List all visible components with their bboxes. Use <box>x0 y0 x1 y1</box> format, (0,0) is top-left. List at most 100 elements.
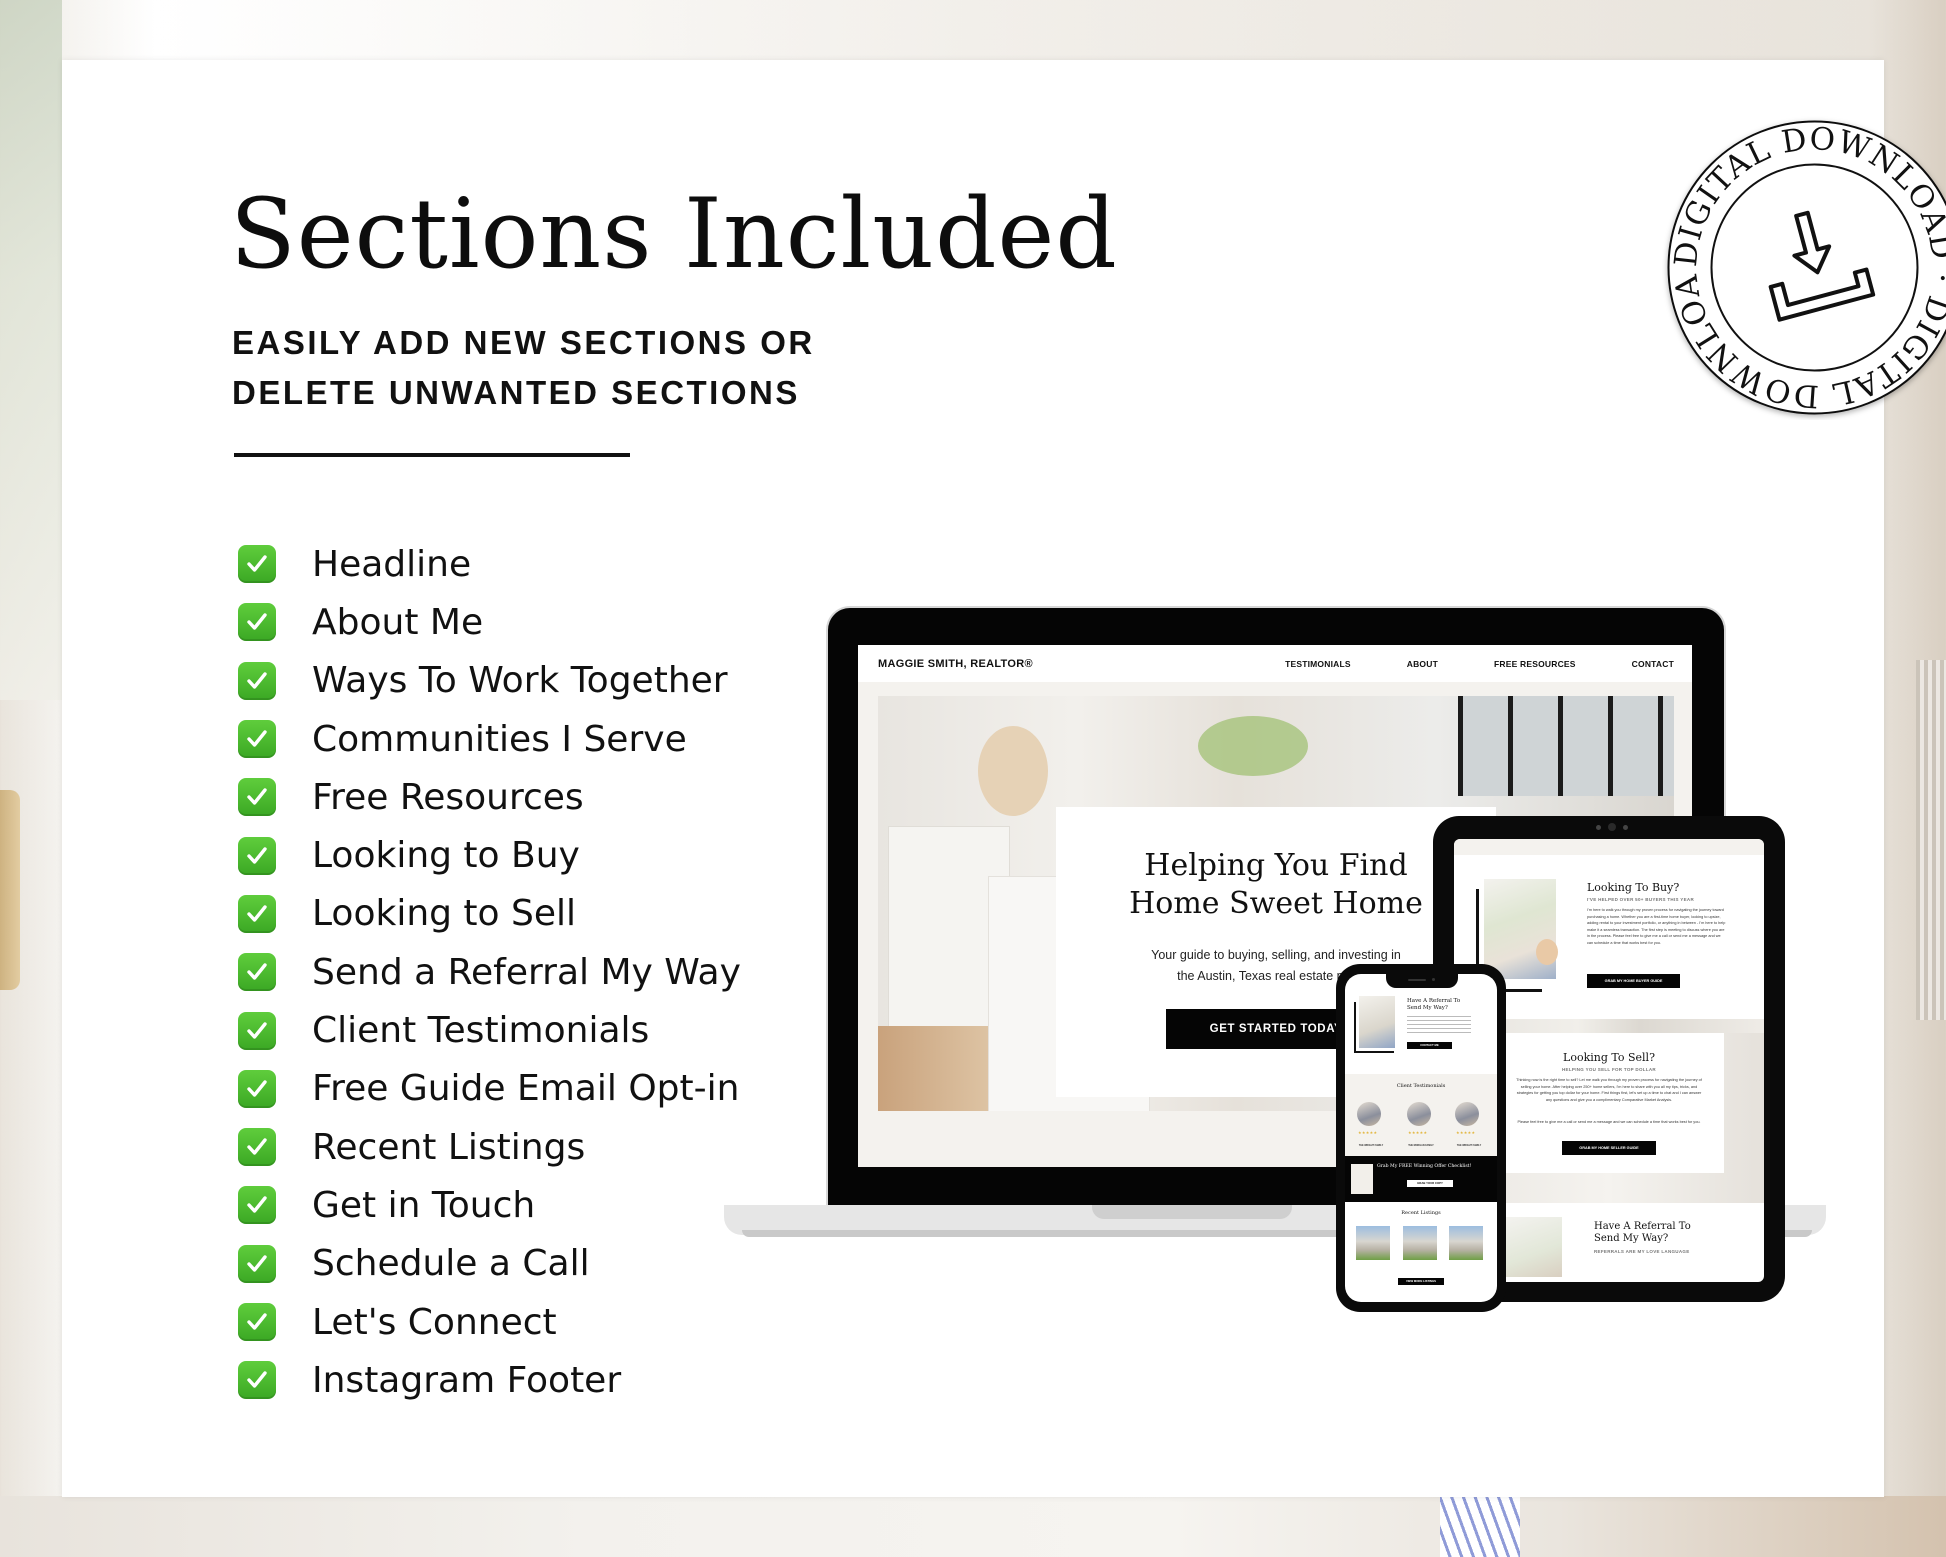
section-label: Free Guide Email Opt-in <box>312 1068 740 1110</box>
laptop-base-notch <box>1092 1205 1292 1219</box>
phone-referral-text <box>1407 1016 1471 1036</box>
testimonial-photo <box>1357 1102 1381 1126</box>
sell-text-2: Please feel free to give me a call or se… <box>1517 1120 1701 1124</box>
hero-photo-board <box>978 726 1048 816</box>
nav-link-contact[interactable]: CONTACT <box>1632 659 1674 669</box>
phone-device: Have A Referral To Send My Way? CONTACT … <box>1336 964 1506 1312</box>
section-item: Ways To Work Together <box>238 652 741 710</box>
optin-title: Grab My FREE Winning Offer Checklist! <box>1377 1164 1472 1169</box>
decorative-bar <box>1354 1051 1394 1053</box>
buy-text: I'm here to walk you through my proven p… <box>1587 908 1726 945</box>
background-window <box>0 0 62 700</box>
section-label: Looking to Buy <box>312 835 580 877</box>
checklist-book-cover <box>1351 1164 1373 1194</box>
page-title: Sections Included <box>230 178 1118 290</box>
hero-photo-floor <box>878 1026 988 1111</box>
hero-title-line-2: Home Sweet Home <box>1129 886 1423 921</box>
section-item: Client Testimonials <box>238 1001 741 1059</box>
testimonial-family: THE WRIGHT FAMILY <box>1456 1144 1482 1147</box>
testimonials-title: Client Testimonials <box>1396 1083 1446 1089</box>
check-mark-icon <box>238 545 276 584</box>
tablet-referral-title: Have A Referral To Send My Way? <box>1594 1221 1691 1245</box>
digital-download-badge: DIGITAL DOWNLOAD · DIGITAL DOWNLOAD · <box>1662 115 1946 415</box>
background-faucet <box>0 790 20 990</box>
hero-text-line-1: Your guide to buying, selling, and inves… <box>1151 948 1401 962</box>
testimonial-photo <box>1455 1102 1479 1126</box>
section-label: Ways To Work Together <box>312 660 728 702</box>
section-item: Let's Connect <box>238 1293 741 1351</box>
sections-list: Headline About Me Ways To Work Together Com… <box>238 535 741 1409</box>
nav-link-about[interactable]: ABOUT <box>1407 659 1438 669</box>
buyer-photo <box>1484 879 1558 979</box>
background-cushion <box>1916 660 1946 1020</box>
tablet-referral-title-line-2: Send My Way? <box>1594 1233 1669 1244</box>
testimonial-family: THE MORGAN FAMILY <box>1408 1144 1434 1147</box>
tablet-camera <box>1596 823 1628 831</box>
decorative-bar <box>1354 1002 1356 1052</box>
tablet-referral-title-line-1: Have A Referral To <box>1594 1221 1691 1232</box>
section-item: Headline <box>238 535 741 593</box>
background-towel <box>1440 1496 1520 1557</box>
check-mark-icon <box>238 953 276 992</box>
page-subtitle: EASILY ADD NEW SECTIONS OR DELETE UNWANT… <box>232 318 815 418</box>
hero-title-line-1: Helping You Find <box>1144 848 1408 883</box>
sell-title: Looking To Sell? <box>1563 1051 1655 1064</box>
check-mark-icon <box>238 1244 276 1283</box>
section-label: Recent Listings <box>312 1126 586 1168</box>
check-mark-icon <box>238 1011 276 1050</box>
check-mark-icon <box>238 894 276 933</box>
rating-stars: ★★★★★ <box>1358 1130 1378 1135</box>
referral-photo <box>1502 1217 1562 1277</box>
phone-notch <box>1386 974 1458 988</box>
section-label: Schedule a Call <box>312 1243 590 1285</box>
nav-link-free-resources[interactable]: FREE RESOURCES <box>1494 659 1576 669</box>
seller-guide-button[interactable]: GRAB MY HOME SELLER GUIDE <box>1562 1141 1656 1155</box>
section-item: Communities I Serve <box>238 710 741 768</box>
testimonials-section: Client Testimonials ★★★★★ ★★★★★ ★★★★★ TH… <box>1345 1074 1497 1156</box>
rating-stars: ★★★★★ <box>1408 1130 1428 1135</box>
check-mark-icon <box>238 1186 276 1225</box>
phone-contact-button[interactable]: CONTACT ME <box>1407 1042 1452 1049</box>
listing-photo <box>1449 1226 1483 1260</box>
buy-subtitle: I'VE HELPED OVER 50+ BUYERS THIS YEAR <box>1587 897 1694 902</box>
sell-card: Looking To Sell? HELPING YOU SELL FOR TO… <box>1494 1033 1724 1173</box>
check-mark-icon <box>238 1303 276 1341</box>
listing-photo <box>1403 1226 1437 1260</box>
check-mark-icon <box>238 603 276 642</box>
subtitle-line-1: EASILY ADD NEW SECTIONS OR <box>232 324 815 361</box>
view-listings-button[interactable]: VIEW MORE LISTINGS <box>1398 1278 1444 1285</box>
testimonial-photo <box>1407 1102 1431 1126</box>
section-item: Free Resources <box>238 768 741 826</box>
section-label: Free Resources <box>312 776 584 818</box>
section-item: Schedule a Call <box>238 1235 741 1293</box>
check-mark-icon <box>238 836 276 875</box>
phone-referral-title-line-2: Send My Way? <box>1407 1005 1448 1011</box>
background-floor <box>0 1496 1946 1557</box>
site-nav-links: TESTIMONIALS ABOUT FREE RESOURCES CONTAC… <box>1229 659 1674 669</box>
section-item: Free Guide Email Opt-in <box>238 1060 741 1118</box>
check-mark-icon <box>238 1361 276 1400</box>
section-label: Looking to Sell <box>312 893 577 935</box>
section-label: Send a Referral My Way <box>312 951 741 993</box>
section-label: Headline <box>312 543 472 585</box>
site-brand[interactable]: MAGGIE SMITH, REALTOR® <box>878 658 1033 670</box>
grab-copy-button[interactable]: GRAB YOUR COPY <box>1407 1180 1453 1187</box>
check-mark-icon <box>238 661 276 700</box>
phone-referral-title-line-1: Have A Referral To <box>1407 998 1461 1004</box>
testimonial-family: THE WRIGHT FAMILY <box>1358 1144 1384 1147</box>
section-label: Let's Connect <box>312 1301 557 1343</box>
phone-referral-title: Have A Referral To Send My Way? <box>1407 998 1460 1012</box>
section-item: Send a Referral My Way <box>238 943 741 1001</box>
section-item: Get in Touch <box>238 1176 741 1234</box>
buyer-guide-button[interactable]: GRAB MY HOME BUYER GUIDE <box>1587 974 1680 988</box>
phone-screen: Have A Referral To Send My Way? CONTACT … <box>1345 974 1497 1302</box>
tablet-topbar <box>1454 839 1764 855</box>
section-label: Instagram Footer <box>312 1359 622 1401</box>
subtitle-line-2: DELETE UNWANTED SECTIONS <box>232 374 800 411</box>
rating-stars: ★★★★★ <box>1456 1130 1476 1135</box>
listing-photo <box>1356 1226 1390 1260</box>
section-item: About Me <box>238 593 741 651</box>
nav-link-testimonials[interactable]: TESTIMONIALS <box>1285 659 1351 669</box>
section-item: Looking to Sell <box>238 885 741 943</box>
hero-photo-window <box>1458 696 1674 796</box>
